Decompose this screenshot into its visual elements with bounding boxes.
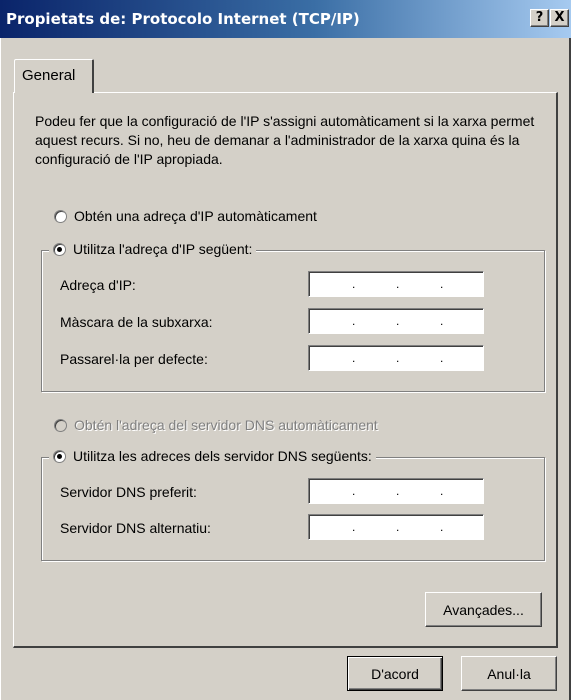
close-button[interactable]: X (550, 9, 569, 27)
radio-dns-manual-label: Utilitza les adreces dels servidor DNS s… (73, 448, 372, 464)
radio-ip-auto[interactable]: Obtén una adreça d'IP automàticament (54, 208, 317, 224)
radio-dns-auto-label: Obtén l'adreça del servidor DNS automàti… (74, 417, 378, 433)
subnet-mask-field[interactable]: . . . (308, 308, 484, 334)
cancel-button[interactable]: Anul·la (461, 656, 557, 691)
radio-ip-manual-label: Utilitza l'adreça d'IP següent: (73, 241, 253, 257)
default-gateway-field[interactable]: . . . (308, 345, 484, 371)
radio-ip-manual[interactable]: Utilitza l'adreça d'IP següent: (49, 241, 257, 257)
tab-general[interactable]: General (14, 59, 94, 93)
tab-panel-general: Podeu fer que la configuració de l'IP s'… (13, 92, 558, 648)
radio-dns-manual[interactable]: Utilitza les adreces dels servidor DNS s… (49, 448, 376, 464)
ip-address-label: Adreça d'IP: (60, 277, 136, 293)
tab-general-label: General (22, 67, 76, 84)
window-title: Propietats de: Protocolo Internet (TCP/I… (6, 10, 360, 28)
radio-dns-auto-button[interactable] (54, 418, 67, 432)
dns-group: Utilitza les adreces dels servidor DNS s… (41, 448, 545, 561)
preferred-dns-field[interactable]: . . . (308, 478, 484, 504)
radio-dns-manual-button[interactable] (53, 449, 66, 463)
alternate-dns-field[interactable]: . . . (308, 514, 484, 540)
default-gateway-label: Passarel·la per defecte: (60, 351, 208, 367)
radio-ip-manual-button[interactable] (53, 242, 66, 256)
intro-text: Podeu fer que la configuració de l'IP s'… (35, 113, 535, 167)
radio-ip-auto-label: Obtén una adreça d'IP automàticament (74, 208, 317, 224)
dialog-body: General Podeu fer que la configuració de… (0, 38, 571, 700)
radio-ip-auto-button[interactable] (54, 209, 67, 223)
ip-group: Utilitza l'adreça d'IP següent: Adreça d… (41, 241, 545, 392)
advanced-button[interactable]: Avançades... (425, 592, 542, 627)
subnet-mask-label: Màscara de la subxarxa: (60, 314, 213, 330)
ok-button[interactable]: D'acord (347, 656, 443, 691)
help-button[interactable]: ? (530, 9, 549, 27)
alternate-dns-label: Servidor DNS alternatiu: (60, 520, 211, 536)
radio-dns-auto[interactable]: Obtén l'adreça del servidor DNS automàti… (54, 417, 378, 433)
ip-address-field[interactable]: . . . (308, 271, 484, 297)
title-bar[interactable]: Propietats de: Protocolo Internet (TCP/I… (0, 0, 571, 38)
preferred-dns-label: Servidor DNS preferit: (60, 484, 197, 500)
